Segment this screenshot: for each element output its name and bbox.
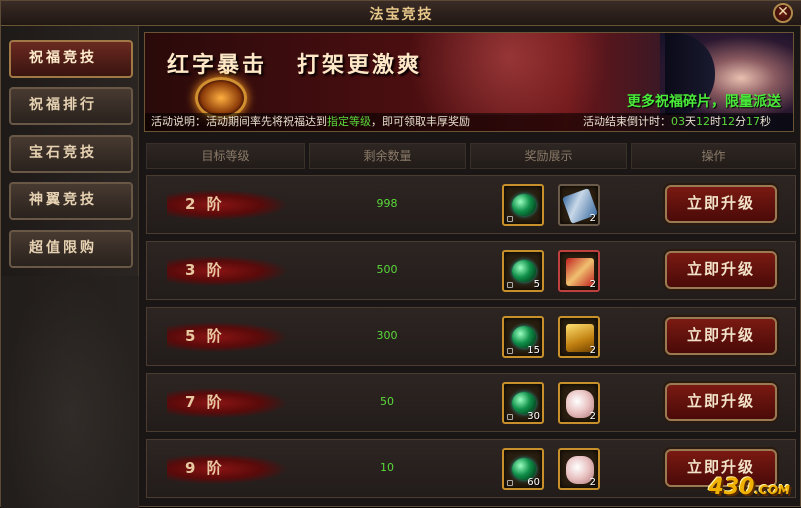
row-remaining: 50 <box>380 395 394 408</box>
game-window: 法宝竞技 ✕ 祝福竞技 祝福排行 宝石竞技 神翼竞技 超值限购 红字暴击 打架更… <box>0 0 801 508</box>
header-remaining: 剩余数量 <box>309 143 466 169</box>
sidebar-item-blessing-contest[interactable]: 祝福竞技 <box>9 40 133 78</box>
header-rewards: 奖励展示 <box>470 143 627 169</box>
row-remaining: 500 <box>376 263 398 276</box>
reward-slot[interactable]: 2 <box>558 382 600 424</box>
reward-slot[interactable]: 30 <box>502 382 544 424</box>
sidebar-item-gem-contest[interactable]: 宝石竞技 <box>9 135 133 173</box>
countdown-minutes: 12 <box>721 115 735 128</box>
row-level: 2 阶 <box>185 195 225 213</box>
upgrade-button[interactable]: 立即升级 <box>665 317 777 355</box>
banner-slogan-1: 红字暴击 <box>167 52 268 78</box>
upgrade-button[interactable]: 立即升级 <box>665 251 777 289</box>
reward-count: 60 <box>527 477 540 488</box>
reward-count: 2 <box>589 345 596 356</box>
banner-sparkle <box>405 33 665 115</box>
reward-slot[interactable]: 2 <box>558 184 600 226</box>
close-icon[interactable]: ✕ <box>773 3 793 23</box>
info-strip: 活动说明：活动期间率先将祝福达到指定等级，即可领取丰厚奖励 活动结束倒计时：03… <box>145 113 793 131</box>
row-level: 9 阶 <box>185 459 225 477</box>
table-header: 目标等级 剩余数量 奖励展示 操作 <box>146 143 796 169</box>
reward-slot[interactable] <box>502 184 544 226</box>
lock-icon <box>507 348 513 354</box>
countdown: 活动结束倒计时：03天12时12分17秒 <box>583 113 771 131</box>
sidebar: 祝福竞技 祝福排行 宝石竞技 神翼竞技 超值限购 <box>1 26 139 508</box>
reward-slot[interactable]: 60 <box>502 448 544 490</box>
event-description: 活动说明：活动期间率先将祝福达到指定等级，即可领取丰厚奖励 <box>151 113 470 131</box>
sidebar-item-blessing-ranking[interactable]: 祝福排行 <box>9 87 133 125</box>
countdown-seconds-unit: 秒 <box>760 115 771 128</box>
countdown-seconds: 17 <box>746 115 760 128</box>
row-remaining: 998 <box>376 197 398 210</box>
table-row: 9 阶 10 60 2 立即升级 <box>146 439 796 498</box>
reward-count: 5 <box>533 279 540 290</box>
table-row: 3 阶 500 5 2 立即升级 <box>146 241 796 300</box>
reward-count: 2 <box>589 279 596 290</box>
row-level: 3 阶 <box>185 261 225 279</box>
sidebar-item-wing-contest[interactable]: 神翼竞技 <box>9 182 133 220</box>
lock-icon <box>507 216 513 222</box>
description-prefix: 活动说明：活动期间率先将祝福达到 <box>151 115 327 128</box>
upgrade-button[interactable]: 立即升级 <box>665 383 777 421</box>
reward-slot[interactable]: 5 <box>502 250 544 292</box>
table-row: 7 阶 50 30 2 立即升级 <box>146 373 796 432</box>
promo-text: 更多祝福碎片，限量派送 <box>627 94 781 110</box>
row-remaining: 10 <box>380 461 394 474</box>
green-gem-icon <box>512 194 536 216</box>
countdown-label: 活动结束倒计时： <box>583 115 671 128</box>
table-row: 2 阶 998 2 立即升级 <box>146 175 796 234</box>
reward-count: 15 <box>527 345 540 356</box>
upgrade-button[interactable]: 立即升级 <box>665 185 777 223</box>
reward-slot[interactable]: 15 <box>502 316 544 358</box>
watermark-main: 430 <box>708 475 755 500</box>
reward-count: 2 <box>589 411 596 422</box>
description-suffix: ，即可领取丰厚奖励 <box>371 115 470 128</box>
reward-slot[interactable]: 2 <box>558 316 600 358</box>
banner-slogan-2: 打架更激爽 <box>297 52 423 78</box>
sidebar-item-limited-sale[interactable]: 超值限购 <box>9 230 133 268</box>
event-banner: 红字暴击 打架更激爽 更多祝福碎片，限量派送 活动说明：活动期间率先将祝福达到指… <box>144 32 794 132</box>
site-watermark: 430.COM <box>709 475 790 500</box>
watermark-suffix: .COM <box>754 483 790 497</box>
countdown-hours-unit: 时 <box>710 115 721 128</box>
green-gem-icon <box>512 260 536 282</box>
reward-count: 30 <box>527 411 540 422</box>
row-remaining: 300 <box>376 329 398 342</box>
reward-slot[interactable]: 2 <box>558 448 600 490</box>
sidebar-texture <box>1 276 139 508</box>
countdown-hours: 12 <box>696 115 710 128</box>
lock-icon <box>507 282 513 288</box>
header-target-level: 目标等级 <box>146 143 305 169</box>
countdown-minutes-unit: 分 <box>735 115 746 128</box>
reward-count: 2 <box>589 213 596 224</box>
title-bar: 法宝竞技 ✕ <box>1 1 801 26</box>
countdown-days: 03 <box>671 115 685 128</box>
row-level: 5 阶 <box>185 327 225 345</box>
lock-icon <box>507 480 513 486</box>
reward-count: 2 <box>589 477 596 488</box>
reward-slot[interactable]: 2 <box>558 250 600 292</box>
header-action: 操作 <box>631 143 796 169</box>
countdown-days-unit: 天 <box>685 115 696 128</box>
row-level: 7 阶 <box>185 393 225 411</box>
window-title: 法宝竞技 <box>369 7 434 23</box>
description-highlight: 指定等级 <box>327 115 371 128</box>
table-row: 5 阶 300 15 2 立即升级 <box>146 307 796 366</box>
lock-icon <box>507 414 513 420</box>
